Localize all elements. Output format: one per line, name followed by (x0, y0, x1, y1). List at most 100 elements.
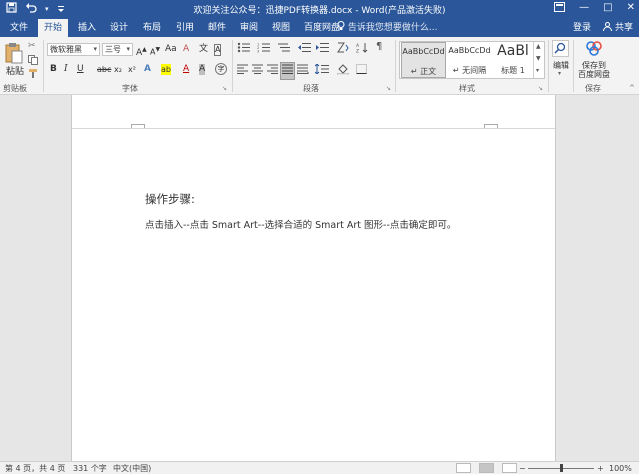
borders-icon[interactable] (356, 64, 367, 78)
sort-icon[interactable]: AZ (356, 42, 368, 57)
tab-review[interactable]: 审阅 (234, 19, 264, 37)
document-heading[interactable]: 操作步骤: (145, 191, 195, 207)
lightbulb-icon (337, 21, 348, 33)
chevron-down-icon: ▾ (93, 45, 97, 53)
chevron-up-icon[interactable]: ▲ (536, 43, 541, 50)
language[interactable]: 中文(中国) (113, 463, 151, 474)
collapse-ribbon-icon[interactable]: ^ (629, 83, 635, 94)
style-normal[interactable]: AaBbCcDd ↵ 正文 (401, 42, 446, 78)
search-icon (554, 42, 566, 54)
close-button[interactable]: ✕ (627, 2, 635, 15)
clear-format-icon: A (183, 44, 190, 54)
person-icon (603, 22, 615, 33)
multilevel-list-icon[interactable] (277, 42, 293, 57)
share-button[interactable]: 共享 (603, 19, 633, 37)
word-count[interactable]: 331 个字 (73, 463, 107, 474)
italic-button[interactable]: I (64, 64, 68, 75)
align-center-icon[interactable] (252, 64, 264, 78)
tab-home[interactable]: 开始 (38, 19, 69, 37)
save-group-label: 保存 (585, 84, 601, 93)
font-dialog-launcher-icon[interactable]: ↘ (222, 83, 227, 94)
paragraph-dialog-launcher-icon[interactable]: ↘ (386, 83, 391, 94)
highlight-button[interactable]: ab (161, 64, 171, 75)
line-spacing-icon[interactable] (314, 63, 329, 78)
style-name: ↵ 正文 (410, 67, 437, 76)
tab-layout[interactable]: 布局 (137, 19, 167, 37)
group-divider (395, 40, 396, 92)
char-shading-button[interactable]: A (199, 64, 206, 75)
increase-indent-icon[interactable] (316, 42, 329, 57)
restore-button[interactable]: □ (603, 2, 612, 15)
chevron-down-icon: ▾ (126, 45, 130, 53)
style-no-spacing[interactable]: AaBbCcDd ↵ 无间隔 (447, 42, 492, 78)
tab-design[interactable]: 设计 (104, 19, 134, 37)
web-layout-icon[interactable] (502, 463, 517, 473)
ribbon: 粘贴 ✂ 剪贴板 微软雅黑 ▾ 三号 ▾ A▲ A▼ Aa A 文 A B I … (0, 37, 639, 95)
tell-me-box[interactable]: 告诉我您想要做什么... (337, 19, 437, 37)
subscript-button[interactable]: x₂ (114, 64, 122, 75)
editing-button[interactable] (552, 40, 569, 57)
tab-references[interactable]: 引用 (170, 19, 200, 37)
clipboard-group-label: 剪贴板 (3, 84, 27, 93)
align-right-icon[interactable] (267, 64, 279, 78)
numbering-icon[interactable]: 123 (257, 42, 273, 57)
strikethrough-button[interactable]: abc (97, 64, 111, 75)
title-bar: ▾ 欢迎关注公众号：迅捷PDF转换器.docx - Word(产品激活失败) —… (0, 0, 639, 19)
copy-icon[interactable] (28, 55, 38, 69)
tab-insert[interactable]: 插入 (72, 19, 102, 37)
shading-icon[interactable] (336, 64, 350, 79)
login-link[interactable]: 登录 (573, 19, 591, 37)
chinese-layout-icon[interactable] (337, 42, 349, 57)
shrink-font-button[interactable]: A▼ (150, 44, 160, 58)
document-page[interactable]: 操作步骤: 点击插入--点击 Smart Art--选择合适的 Smart Ar… (71, 95, 556, 461)
decrease-indent-icon[interactable] (298, 42, 311, 57)
font-size-combo[interactable]: 三号 ▾ (102, 43, 133, 56)
font-size-value: 三号 (105, 45, 121, 54)
font-name-combo[interactable]: 微软雅黑 ▾ (47, 43, 100, 56)
minimize-button[interactable]: — (579, 2, 589, 15)
superscript-button[interactable]: x² (128, 64, 136, 75)
more-styles-icon[interactable]: ▾ (536, 67, 539, 74)
align-left-icon[interactable] (237, 64, 249, 78)
chevron-down-icon[interactable]: ▼ (536, 55, 541, 62)
zoom-out-icon[interactable]: − (519, 463, 526, 474)
ribbon-display-icon[interactable] (554, 2, 566, 15)
underline-button[interactable]: U (77, 64, 84, 75)
document-canvas[interactable]: 操作步骤: 点击插入--点击 Smart Art--选择合适的 Smart Ar… (0, 95, 639, 461)
bullets-icon[interactable] (237, 42, 253, 57)
document-paragraph[interactable]: 点击插入--点击 Smart Art--选择合适的 Smart Art 图形--… (145, 217, 456, 231)
zoom-in-icon[interactable]: + (597, 463, 604, 474)
tab-view[interactable]: 视图 (266, 19, 296, 37)
svg-text:A: A (356, 43, 360, 49)
styles-gallery: AaBbCcDd ↵ 正文 AaBbCcDd ↵ 无间隔 AaBl 标题 1 ▲… (399, 41, 545, 79)
tab-file[interactable]: 文件 (4, 19, 34, 37)
paste-button[interactable] (5, 42, 23, 68)
font-group-label: 字体 (122, 84, 138, 93)
baidu-netdisk-icon[interactable] (585, 40, 603, 61)
print-layout-icon[interactable] (479, 463, 494, 473)
phonetic-guide-button[interactable]: 文 (199, 44, 208, 55)
change-case-button[interactable]: Aa (165, 44, 177, 55)
clear-format-button[interactable]: A (183, 44, 189, 55)
cut-icon[interactable]: ✂ (28, 41, 36, 52)
styles-dialog-launcher-icon[interactable]: ↘ (538, 83, 543, 94)
enclose-char-button[interactable]: 字 (215, 63, 227, 75)
page-count[interactable]: 第 4 页，共 4 页 (5, 463, 65, 474)
font-color-button[interactable]: A (183, 64, 189, 75)
show-marks-icon[interactable]: ¶ (376, 41, 382, 52)
distributed-icon[interactable] (296, 64, 309, 78)
read-mode-icon[interactable] (456, 463, 471, 473)
justify-icon[interactable] (280, 62, 295, 80)
zoom-level[interactable]: 100% (609, 463, 632, 474)
bold-button[interactable]: B (50, 64, 57, 75)
window-controls: — □ ✕ (554, 2, 635, 15)
style-preview: AaBbCcDd (402, 47, 445, 56)
style-heading-1[interactable]: AaBl 标题 1 (493, 42, 533, 78)
text-effects-button[interactable]: A (144, 64, 151, 75)
format-painter-icon[interactable] (28, 68, 38, 82)
tab-mailings[interactable]: 邮件 (202, 19, 232, 37)
char-border-button[interactable]: A (214, 44, 222, 56)
grow-font-button[interactable]: A▲ (136, 44, 147, 59)
window-title: 欢迎关注公众号：迅捷PDF转换器.docx - Word(产品激活失败) (193, 6, 446, 16)
zoom-slider-thumb[interactable] (560, 464, 563, 472)
